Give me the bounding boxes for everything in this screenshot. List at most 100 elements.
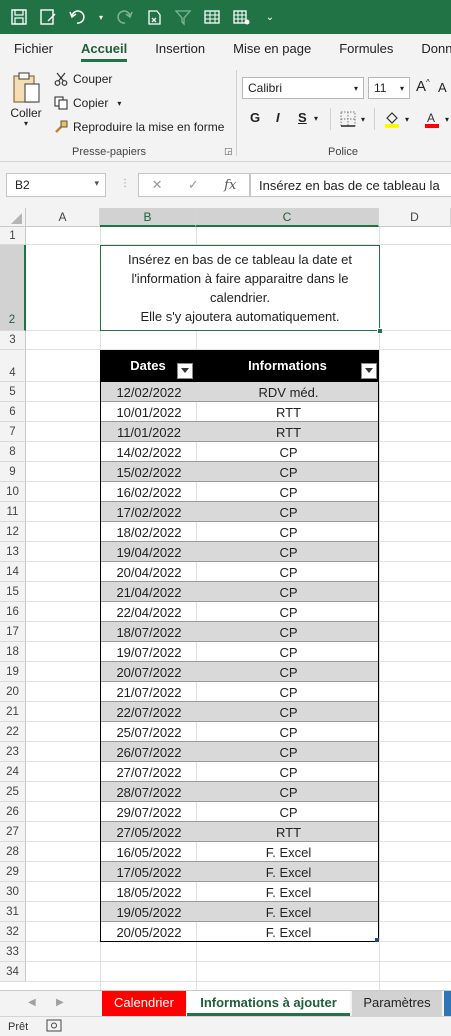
select-all-corner[interactable] [0,208,26,227]
insert-function-button[interactable]: fx [224,178,236,193]
row-header[interactable]: 32 [0,922,26,942]
sheet-tab-parametres[interactable]: Paramètres [352,991,442,1016]
clipboard-launcher-icon[interactable]: ◲ [224,146,233,157]
table-row[interactable]: 27/05/2022 RTT [101,822,378,842]
table-row[interactable]: 18/02/2022 CP [101,522,378,542]
cell-information[interactable]: CP [197,745,380,760]
cell-date[interactable]: 17/05/2022 [101,865,197,880]
cell-date[interactable]: 18/05/2022 [101,885,197,900]
scroll-right-icon[interactable]: ▶ [56,997,64,1008]
font-color-icon[interactable]: A ▾ [424,110,449,128]
cell-date[interactable]: 20/04/2022 [101,565,197,580]
cell-date[interactable]: 26/07/2022 [101,745,197,760]
row-header[interactable]: 2 [0,245,26,331]
fill-color-icon[interactable]: ▾ [384,110,409,128]
column-header-c[interactable]: C [196,208,379,227]
cell-information[interactable]: RTT [197,405,380,420]
bold-button[interactable]: G [250,110,260,125]
column-header-b[interactable]: B [100,208,196,227]
font-name-select[interactable]: Calibri ▾ [242,77,364,99]
row-header[interactable]: 14 [0,562,26,582]
table-row[interactable]: 20/04/2022 CP [101,562,378,582]
table-row[interactable]: 21/04/2022 CP [101,582,378,602]
redo-icon[interactable] [116,8,134,26]
fill-handle[interactable] [377,328,383,334]
cell-date[interactable]: 12/02/2022 [101,385,197,400]
row-header[interactable]: 1 [0,227,26,245]
row-header[interactable]: 10 [0,482,26,502]
row-header[interactable]: 18 [0,642,26,662]
row-header[interactable]: 17 [0,622,26,642]
underline-button[interactable]: S [298,110,307,125]
cell-date[interactable]: 16/05/2022 [101,845,197,860]
cell-information[interactable]: CP [197,445,380,460]
column-header-a[interactable]: A [26,208,100,227]
table-row[interactable]: 17/05/2022 F. Excel [101,862,378,882]
save-icon[interactable] [10,8,28,26]
row-header[interactable]: 33 [0,942,26,962]
cell-information[interactable]: CP [197,785,380,800]
cancel-icon[interactable]: ✕ [152,177,163,193]
row-header[interactable]: 13 [0,542,26,562]
sheet-tab-calendrier[interactable]: Calendrier [102,991,186,1016]
table-row[interactable]: 17/02/2022 CP [101,502,378,522]
cell-date[interactable]: 11/01/2022 [101,425,197,440]
tab-fichier[interactable]: Fichier [0,34,67,64]
row-header[interactable]: 15 [0,582,26,602]
formula-input[interactable]: Insérez en bas de ce tableau la [250,173,451,197]
tab-donnees[interactable]: Donn [407,34,451,64]
row-header[interactable]: 19 [0,662,26,682]
cell-information[interactable]: CP [197,805,380,820]
undo-icon[interactable] [68,8,86,26]
sheet-tab-informations-a-ajouter[interactable]: Informations à ajouter [187,991,350,1016]
cell-information[interactable]: RTT [197,825,380,840]
format-painter-button[interactable]: Reproduire la mise en forme [54,120,224,134]
cell-information[interactable]: CP [197,585,380,600]
decrease-font-size-icon[interactable]: A [438,80,447,95]
table-icon[interactable] [203,8,221,26]
table-row[interactable]: 19/07/2022 CP [101,642,378,662]
row-header[interactable]: 28 [0,842,26,862]
cell-date[interactable]: 28/07/2022 [101,785,197,800]
font-size-select[interactable]: 11 ▾ [368,77,410,99]
cell-information[interactable]: CP [197,765,380,780]
cell-information[interactable]: CP [197,485,380,500]
tab-mise-en-page[interactable]: Mise en page [219,34,325,64]
row-header[interactable]: 11 [0,502,26,522]
cell-information[interactable]: CP [197,605,380,620]
row-header[interactable]: 6 [0,402,26,422]
cell-date[interactable]: 19/07/2022 [101,645,197,660]
row-header[interactable]: 21 [0,702,26,722]
filter-dropdown-informations[interactable] [361,363,377,379]
paste-button[interactable]: Coller ▾ [10,70,42,128]
table-resize-handle[interactable] [375,938,379,942]
table-row[interactable]: 18/05/2022 F. Excel [101,882,378,902]
table-row[interactable]: 27/07/2022 CP [101,762,378,782]
tab-formules[interactable]: Formules [325,34,407,64]
italic-button[interactable]: I [276,110,280,125]
row-header[interactable]: 12 [0,522,26,542]
cell-date[interactable]: 27/07/2022 [101,765,197,780]
cell-date[interactable]: 18/07/2022 [101,625,197,640]
row-header[interactable]: 8 [0,442,26,462]
table-row[interactable]: 25/07/2022 CP [101,722,378,742]
sheet-tab-next[interactable] [444,991,451,1016]
cell-information[interactable]: CP [197,725,380,740]
table-row[interactable]: 10/01/2022 RTT [101,402,378,422]
confirm-icon[interactable]: ✓ [188,177,199,193]
accessibility-icon[interactable] [46,1019,62,1036]
table-row[interactable]: 21/07/2022 CP [101,682,378,702]
table-row[interactable]: 15/02/2022 CP [101,462,378,482]
row-header[interactable]: 22 [0,722,26,742]
cell-date[interactable]: 21/04/2022 [101,585,197,600]
cell-information[interactable]: CP [197,565,380,580]
row-header[interactable]: 34 [0,962,26,982]
table-format-icon[interactable] [232,8,250,26]
cell-date[interactable]: 20/05/2022 [101,925,197,940]
table-row[interactable]: 29/07/2022 CP [101,802,378,822]
filter-icon[interactable] [174,8,192,26]
row-header[interactable]: 3 [0,331,26,350]
copy-dropdown-icon[interactable]: ▾ [117,99,121,108]
table-row[interactable]: 19/04/2022 CP [101,542,378,562]
table-row[interactable]: 16/05/2022 F. Excel [101,842,378,862]
